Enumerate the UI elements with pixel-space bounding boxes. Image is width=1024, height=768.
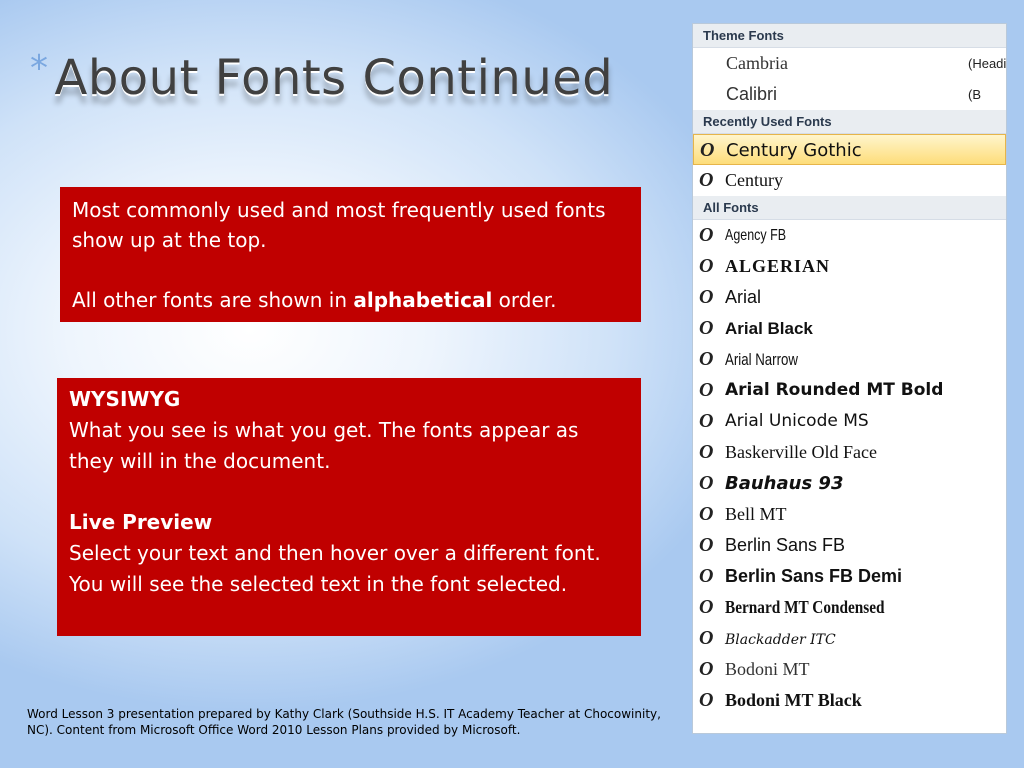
font-item-bodoni-mt-black[interactable]: O Bodoni MT Black (693, 685, 1006, 716)
font-item-arial-black[interactable]: O Arial Black (693, 313, 1006, 344)
opentype-icon: O (699, 503, 714, 525)
font-item-label: Berlin Sans FB (725, 535, 846, 555)
font-item-label: Blackadder ITC (725, 632, 836, 648)
font-item-arial-unicode-ms[interactable]: O Arial Unicode MS (693, 406, 1006, 437)
font-item-label: Baskerville Old Face (725, 442, 877, 462)
opentype-icon: O (699, 565, 714, 587)
opentype-icon: O (699, 627, 714, 649)
font-item-arial-narrow[interactable]: O Arial Narrow (693, 344, 1006, 375)
opentype-icon: O (699, 255, 715, 277)
font-item-bernard-mt-condensed[interactable]: O Bernard MT Condensed (693, 592, 1006, 623)
opentype-icon: O (699, 224, 714, 246)
font-item-hint: (Headi (968, 56, 1007, 71)
font-item-label: Century (725, 170, 783, 190)
font-dropdown-panel[interactable]: Theme Fonts Cambria (Headi Calibri (B Re… (692, 23, 1007, 734)
opentype-icon: O (699, 689, 714, 711)
font-item-blackadder-itc[interactable]: O Blackadder ITC (693, 623, 1006, 654)
font-item-label: Arial Narrow (725, 350, 798, 369)
opentype-icon: O (699, 658, 714, 680)
all-fonts-header: All Fonts (693, 196, 1006, 220)
font-item-arial-rounded-mt-bold[interactable]: O Arial Rounded MT Bold (693, 375, 1006, 406)
font-item-label: Bodoni MT Black (725, 690, 862, 710)
font-item-berlin-sans-fb[interactable]: O Berlin Sans FB (693, 530, 1006, 561)
opentype-icon: O (700, 139, 715, 161)
opentype-icon: O (699, 286, 714, 308)
live-preview-text: Select your text and then hover over a d… (69, 541, 601, 596)
font-item-hint: (B (968, 87, 981, 102)
slide-title-text: About Fonts Continued (54, 50, 614, 106)
font-item-calibri[interactable]: Calibri (B (693, 79, 1006, 110)
opentype-icon: O (699, 169, 714, 191)
callout-line-top-fonts: Most commonly used and most frequently u… (72, 198, 606, 252)
opentype-icon: O (699, 596, 714, 618)
font-item-baskerville-old-face[interactable]: O Baskerville Old Face (693, 437, 1006, 468)
most-used-fonts-callout: Most commonly used and most frequently u… (60, 187, 641, 322)
callout-line-alphabetical: All other fonts are shown in alphabetica… (72, 285, 629, 315)
font-item-label: Bell MT (725, 504, 787, 524)
opentype-icon: O (699, 534, 714, 556)
opentype-icon: O (699, 379, 714, 401)
font-item-agency-fb[interactable]: O Agency FB (693, 220, 1006, 251)
font-item-arial[interactable]: O Arial (693, 282, 1006, 313)
callout-text: All other fonts are shown in (72, 288, 354, 312)
font-item-label: Calibri (726, 84, 778, 104)
theme-fonts-header: Theme Fonts (693, 24, 1006, 48)
font-item-bell-mt[interactable]: O Bell MT (693, 499, 1006, 530)
slide-footer-credit: Word Lesson 3 presentation prepared by K… (27, 707, 661, 737)
callout-text-end: order. (492, 288, 557, 312)
font-item-bodoni-mt[interactable]: O Bodoni MT (693, 654, 1006, 685)
font-item-century[interactable]: O Century (693, 165, 1006, 196)
font-item-label: Cambria (726, 53, 788, 73)
font-item-label: Century Gothic (726, 140, 862, 161)
opentype-icon: O (699, 317, 714, 339)
wysiwyg-text: What you see is what you get. The fonts … (69, 418, 579, 473)
font-item-label: Arial Black (725, 319, 813, 338)
title-bullet: * (30, 48, 49, 89)
wysiwyg-heading: WYSIWYG (69, 387, 181, 411)
font-item-algerian[interactable]: O ALGERIAN (693, 251, 1006, 282)
font-item-cambria[interactable]: Cambria (Headi (693, 48, 1006, 79)
font-item-label: Arial Rounded MT Bold (725, 380, 944, 400)
opentype-icon: O (699, 472, 714, 494)
slide-title: * About Fonts Continued (30, 48, 613, 106)
opentype-icon: O (699, 441, 714, 463)
font-item-label: Bernard MT Condensed (725, 597, 885, 617)
callout-bold-word: alphabetical (353, 288, 493, 312)
wysiwyg-live-preview-callout: WYSIWYG What you see is what you get. Th… (57, 378, 641, 636)
recently-used-fonts-header: Recently Used Fonts (693, 110, 1006, 134)
font-item-label: ALGERIAN (725, 256, 831, 276)
font-item-label: Agency FB (725, 227, 787, 244)
opentype-icon: O (699, 348, 714, 370)
font-item-bauhaus-93[interactable]: O Bauhaus 93 (693, 468, 1006, 499)
live-preview-heading: Live Preview (69, 510, 213, 534)
font-item-label: Arial (725, 287, 762, 307)
font-item-century-gothic[interactable]: O Century Gothic (693, 134, 1006, 165)
opentype-icon: O (699, 410, 714, 432)
font-item-label: Arial Unicode MS (725, 411, 869, 431)
font-item-label: Berlin Sans FB Demi (725, 566, 903, 586)
font-item-label: Bauhaus 93 (725, 473, 844, 494)
font-item-berlin-sans-fb-demi[interactable]: O Berlin Sans FB Demi (693, 561, 1006, 592)
font-item-label: Bodoni MT (725, 659, 810, 679)
